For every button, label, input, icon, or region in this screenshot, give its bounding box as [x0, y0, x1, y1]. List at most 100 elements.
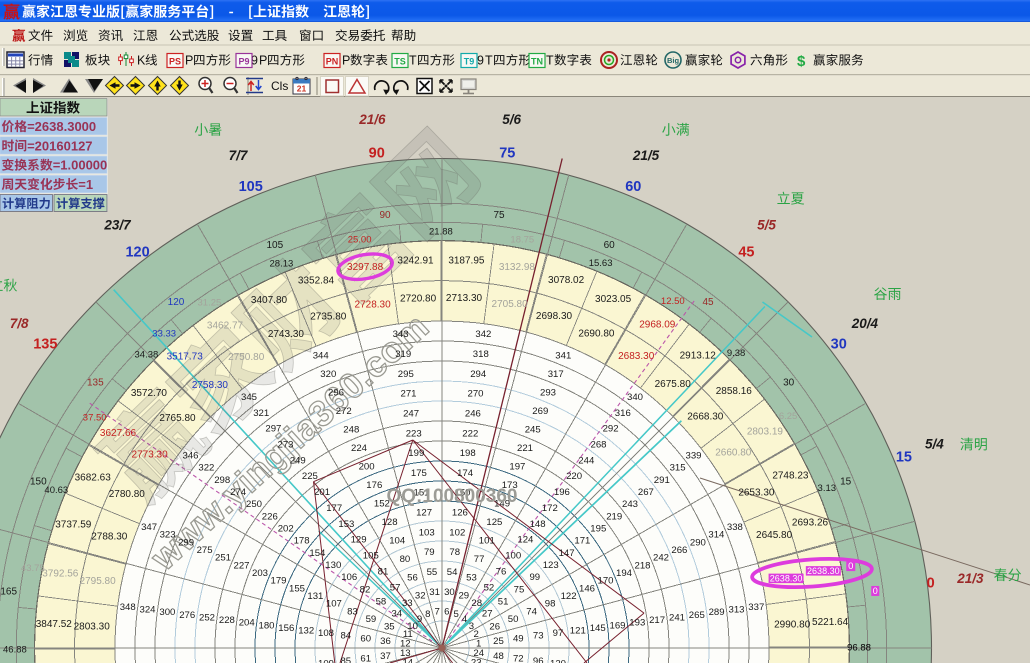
svg-text:348: 348: [120, 602, 136, 613]
svg-text:QQ:100800360: QQ:100800360: [387, 486, 518, 507]
svg-text:2698.30: 2698.30: [536, 311, 573, 322]
svg-text:45: 45: [738, 244, 754, 260]
svg-text:K: K: [137, 54, 146, 68]
svg-text:174: 174: [457, 468, 474, 479]
svg-text:2705.80: 2705.80: [492, 299, 529, 310]
svg-text:3242.91: 3242.91: [397, 255, 434, 266]
svg-text:341: 341: [555, 351, 571, 362]
svg-text:252: 252: [199, 613, 215, 624]
svg-text:98: 98: [545, 599, 556, 610]
svg-text:25: 25: [493, 636, 504, 647]
svg-text:5: 5: [454, 609, 459, 620]
svg-text:12.50: 12.50: [661, 296, 685, 307]
svg-text:224: 224: [351, 443, 368, 454]
svg-text:P9: P9: [238, 57, 249, 67]
svg-text:247: 247: [403, 408, 419, 419]
svg-text:199: 199: [408, 448, 424, 459]
svg-text:36: 36: [380, 636, 391, 647]
svg-text:20/4: 20/4: [851, 316, 879, 331]
svg-text:21/5: 21/5: [632, 148, 660, 163]
svg-text:150: 150: [30, 476, 47, 487]
svg-text:0: 0: [848, 561, 853, 572]
svg-text:3352.84: 3352.84: [298, 276, 335, 287]
svg-text:3517.73: 3517.73: [167, 352, 204, 363]
svg-text:172: 172: [542, 503, 558, 514]
svg-text:165: 165: [0, 587, 17, 598]
svg-text:77: 77: [474, 554, 485, 565]
svg-text:269: 269: [532, 406, 548, 417]
svg-text:2693.26: 2693.26: [792, 518, 829, 529]
svg-text:106: 106: [341, 572, 357, 583]
svg-text:314: 314: [708, 530, 725, 541]
svg-text:54: 54: [447, 567, 458, 578]
svg-text:2660.80: 2660.80: [715, 448, 752, 459]
svg-text:97: 97: [553, 628, 564, 639]
svg-text:2968.09: 2968.09: [639, 320, 676, 331]
svg-text:175: 175: [411, 468, 427, 479]
svg-text:293: 293: [540, 388, 556, 399]
svg-text:268: 268: [590, 440, 606, 451]
svg-text:18.75: 18.75: [510, 234, 534, 245]
svg-text:$: $: [797, 53, 806, 70]
svg-text:271: 271: [400, 389, 416, 400]
svg-text:322: 322: [198, 463, 214, 474]
svg-text:248: 248: [343, 424, 359, 435]
svg-text:292: 292: [603, 424, 619, 435]
svg-text:79: 79: [424, 547, 435, 558]
svg-text:80: 80: [400, 554, 411, 565]
svg-text:2765.80: 2765.80: [159, 413, 196, 424]
svg-text:294: 294: [470, 369, 487, 380]
svg-text:345: 345: [241, 392, 257, 403]
svg-text:2990.80: 2990.80: [774, 620, 811, 631]
svg-text:226: 226: [262, 511, 278, 522]
svg-text:121: 121: [570, 626, 586, 637]
svg-text:90: 90: [369, 145, 385, 161]
svg-text:81: 81: [378, 566, 389, 577]
svg-text:2668.30: 2668.30: [687, 411, 724, 422]
svg-text:T: T: [485, 54, 493, 68]
svg-text:218: 218: [634, 560, 650, 571]
svg-text:23/7: 23/7: [103, 218, 132, 233]
svg-text:246: 246: [465, 408, 481, 419]
svg-text:272: 272: [336, 406, 352, 417]
svg-text:316: 316: [615, 408, 631, 419]
svg-text:96.88: 96.88: [847, 642, 871, 653]
svg-text:2: 2: [474, 629, 479, 640]
svg-text:0: 0: [873, 586, 878, 596]
svg-text:244: 244: [578, 455, 595, 466]
svg-text:40.63: 40.63: [44, 485, 68, 496]
svg-text:132: 132: [298, 626, 314, 637]
svg-text:73: 73: [533, 631, 544, 642]
svg-text:2913.12: 2913.12: [680, 350, 717, 361]
svg-text:222: 222: [462, 428, 478, 439]
svg-text:128: 128: [382, 517, 398, 528]
svg-text:148: 148: [530, 519, 546, 530]
svg-text:P: P: [259, 54, 267, 68]
svg-text:21.88: 21.88: [429, 227, 453, 238]
svg-text:2788.30: 2788.30: [91, 532, 128, 543]
svg-text:21: 21: [297, 84, 307, 94]
svg-text:320: 320: [320, 369, 336, 380]
svg-text:3847.52: 3847.52: [36, 619, 73, 630]
svg-text:266: 266: [671, 545, 687, 556]
svg-text:53: 53: [466, 572, 477, 583]
svg-text:344: 344: [313, 351, 330, 362]
svg-text:2803.30: 2803.30: [74, 622, 111, 633]
svg-text:T9: T9: [464, 57, 475, 67]
svg-text:3462.77: 3462.77: [207, 321, 244, 332]
svg-text:130: 130: [325, 560, 341, 571]
svg-text:90: 90: [379, 210, 391, 221]
svg-text:346: 346: [182, 450, 198, 461]
svg-text:342: 342: [475, 329, 491, 340]
svg-text:TS: TS: [394, 57, 406, 67]
svg-text:33: 33: [402, 598, 413, 609]
svg-text:2638.30: 2638.30: [770, 574, 803, 584]
svg-text:3: 3: [469, 621, 474, 632]
svg-text:299: 299: [178, 537, 194, 548]
svg-text:31: 31: [429, 587, 440, 598]
svg-text:274: 274: [230, 487, 247, 498]
svg-text:29: 29: [458, 591, 469, 602]
svg-text:104: 104: [389, 535, 406, 546]
svg-text:60: 60: [604, 240, 616, 251]
svg-text:99: 99: [529, 572, 540, 583]
